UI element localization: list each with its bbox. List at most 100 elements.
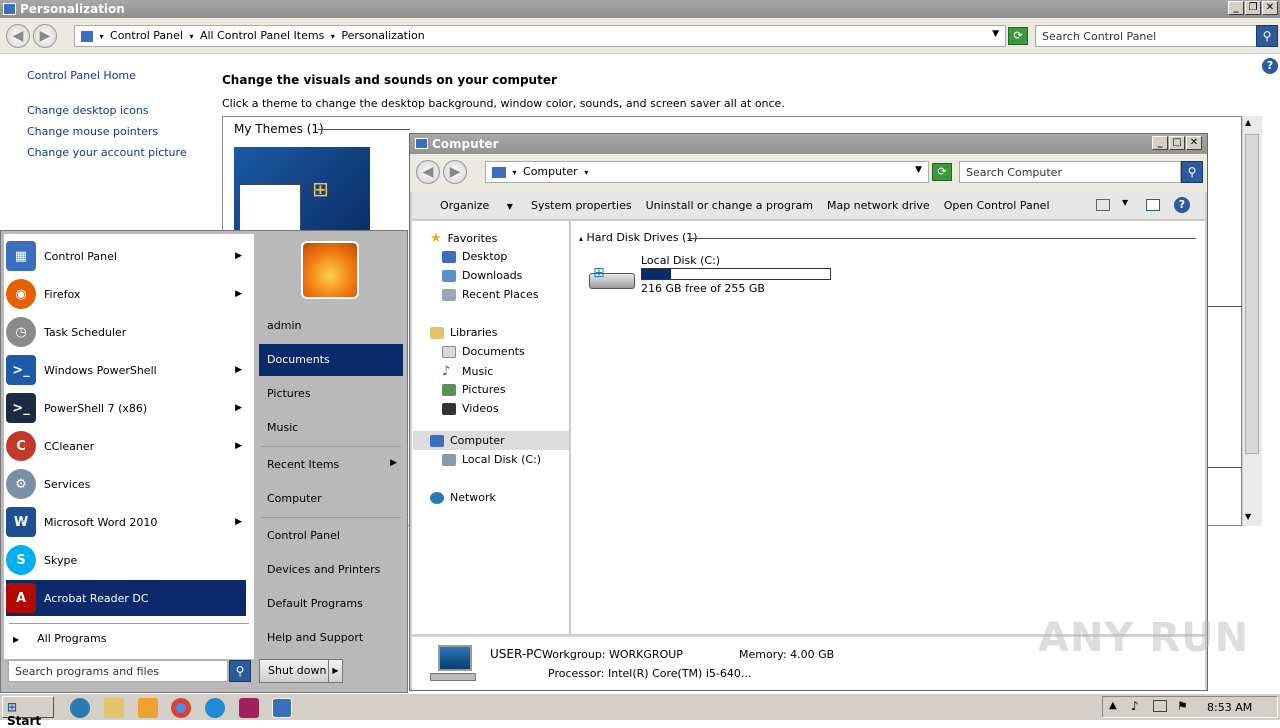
nav-downloads[interactable]: Downloads [442,269,522,282]
breadcrumb-item[interactable]: Control Panel [110,29,183,42]
chevron-down-icon[interactable]: ▼ [1122,198,1128,207]
scrollbar-thumb[interactable] [1245,134,1259,454]
maximize-button[interactable]: □ [1169,136,1185,150]
start-item-control-panel[interactable]: ▦ Control Panel ▶ [6,238,246,274]
tray-expand-icon[interactable]: ▲ [1109,700,1117,711]
start-right-computer[interactable]: Computer [259,483,403,515]
breadcrumb-item[interactable]: All Control Panel Items [200,29,324,42]
minimize-button[interactable]: _ [1228,1,1244,15]
start-right-default-programs[interactable]: Default Programs [259,588,403,620]
view-options-icon[interactable] [1096,199,1110,211]
clock[interactable]: 8:53 AM [1207,701,1252,714]
collapse-icon[interactable]: ▴ [579,234,583,243]
nav-desktop[interactable]: Desktop [442,250,507,263]
control-panel-home-link[interactable]: Control Panel Home [27,69,136,82]
back-button[interactable]: ◀ [6,24,30,48]
action-center-flag-icon[interactable]: ⚑ [1177,699,1188,713]
address-text[interactable]: Computer [523,165,578,178]
theme-thumbnail[interactable]: ⊞ [234,147,370,231]
internet-explorer-icon[interactable] [70,698,90,718]
start-item-task-scheduler[interactable]: ◷ Task Scheduler [6,314,246,350]
start-item-windows-powershell[interactable]: >_ Windows PowerShell ▶ [6,352,246,388]
watermark: ANY RUN [1038,615,1250,661]
nav-computer[interactable]: Computer [430,434,505,447]
start-right-admin[interactable]: admin [259,310,403,342]
start-right-recent-items[interactable]: Recent Items ▶ [259,449,403,481]
nav-documents[interactable]: Documents [442,345,525,358]
start-item-powershell7[interactable]: >_ PowerShell 7 (x86) ▶ [6,390,246,426]
start-right-help-support[interactable]: Help and Support [259,622,403,654]
open-control-panel-button[interactable]: Open Control Panel [944,199,1050,212]
search-icon[interactable]: ⚲ [229,660,251,682]
start-right-documents[interactable]: Documents [259,344,403,376]
remote-desktop-icon[interactable] [272,698,292,718]
all-programs-button[interactable]: ▶ All Programs [13,632,106,645]
nav-local-disk[interactable]: Local Disk (C:) [442,453,541,466]
search-input[interactable]: Search Control Panel [1035,25,1257,47]
nav-pictures[interactable]: Pictures [442,383,506,396]
start-item-skype[interactable]: S Skype [6,542,246,578]
map-network-drive-button[interactable]: Map network drive [827,199,930,212]
system-properties-button[interactable]: System properties [531,199,632,212]
shutdown-options-icon[interactable]: ▶ [328,660,342,682]
start-item-services[interactable]: ⚙ Services [6,466,246,502]
change-account-picture-link[interactable]: Change your account picture [27,146,187,159]
nav-network[interactable]: Network [430,491,496,504]
help-icon[interactable]: ? [1174,197,1190,213]
start-item-word[interactable]: W Microsoft Word 2010 ▶ [6,504,246,540]
themes-scrollbar[interactable]: ▲ ▼ [1242,116,1262,526]
explorer-folder-icon[interactable] [104,698,124,718]
start-search-input[interactable]: Search programs and files [8,660,228,682]
volume-icon[interactable]: ♪ [1131,699,1139,713]
search-input[interactable]: Search Computer [959,161,1181,183]
back-button[interactable]: ◀ [416,160,440,184]
nav-music[interactable]: ♪ Music [442,364,493,379]
breadcrumb[interactable]: ▾ Control Panel ▾ All Control Panel Item… [74,25,1006,47]
close-button[interactable]: ✕ [1262,1,1278,15]
nav-videos[interactable]: Videos [442,402,499,415]
address-field[interactable]: ▾ Computer ▾ ▼ [485,161,929,183]
search-icon[interactable]: ⚲ [1181,161,1203,183]
scroll-up-icon[interactable]: ▲ [1245,118,1251,127]
organize-button[interactable]: Organize ▼ [426,199,513,212]
uninstall-program-button[interactable]: Uninstall or change a program [646,199,813,212]
nav-recent-places[interactable]: Recent Places [442,288,539,301]
forward-button[interactable]: ▶ [33,24,57,48]
change-desktop-icons-link[interactable]: Change desktop icons [27,104,149,117]
nav-favorites[interactable]: ★ Favorites [430,231,497,246]
start-right-music[interactable]: Music [259,412,403,444]
start-right-devices-printers[interactable]: Devices and Printers [259,554,403,586]
local-disk-icon[interactable]: ⊞ [589,263,635,291]
forward-button[interactable]: ▶ [443,160,467,184]
powershell7-icon: >_ [6,393,36,423]
media-player-icon[interactable] [138,698,158,718]
search-icon[interactable]: ⚲ [1256,25,1278,47]
nav-libraries[interactable]: Libraries [430,326,498,339]
start-item-ccleaner[interactable]: C CCleaner ▶ [6,428,246,464]
edge-icon[interactable] [205,698,225,718]
start-item-acrobat[interactable]: A Acrobat Reader DC [6,580,246,616]
maximize-button[interactable]: ❐ [1245,1,1261,15]
change-mouse-pointers-link[interactable]: Change mouse pointers [27,125,158,138]
group-header[interactable]: ▴ Hard Disk Drives (1) [579,231,698,244]
start-right-control-panel[interactable]: Control Panel [259,520,403,552]
refresh-icon[interactable]: ⟳ [1008,27,1028,45]
start-button[interactable]: ⊞ Start [2,696,54,728]
close-button[interactable]: ✕ [1186,136,1202,150]
start-right-pictures[interactable]: Pictures [259,378,403,410]
preview-pane-icon[interactable] [1146,199,1160,211]
drive-name[interactable]: Local Disk (C:) [641,254,720,267]
chrome-icon[interactable] [171,698,191,718]
start-item-firefox[interactable]: ◉ Firefox ▶ [6,276,246,312]
shutdown-button[interactable]: Shut down ▶ [259,659,343,683]
refresh-icon[interactable]: ⟳ [932,163,952,181]
avatar[interactable] [301,241,359,299]
scroll-down-icon[interactable]: ▼ [1245,512,1251,521]
address-dropdown-icon[interactable]: ▼ [992,29,999,39]
minimize-button[interactable]: _ [1152,136,1168,150]
breadcrumb-item[interactable]: Personalization [341,29,424,42]
network-tray-icon[interactable] [1153,700,1167,712]
winrar-icon[interactable] [239,698,259,718]
address-dropdown-icon[interactable]: ▼ [915,165,922,175]
help-icon[interactable]: ? [1262,58,1278,74]
